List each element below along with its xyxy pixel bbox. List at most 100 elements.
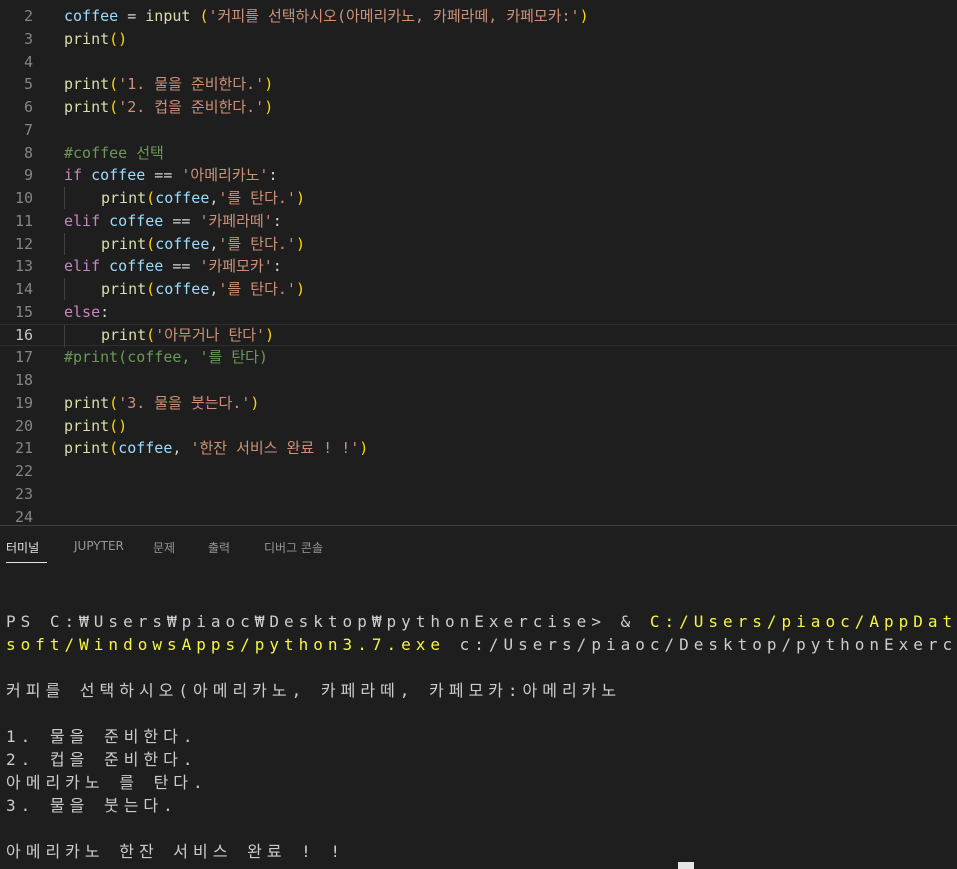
code-token: '카페라떼' — [199, 211, 273, 230]
code-line[interactable]: 23 — [0, 483, 957, 505]
tab-problems[interactable]: 문제 — [153, 539, 175, 556]
terminal-text: c:/Users/piaoc/Desktop/pythonExercise/co… — [459, 635, 957, 654]
code-token: if — [64, 166, 83, 185]
code-line[interactable]: 6 print('2. 컵을 준비한다.') — [0, 96, 957, 118]
code-line[interactable]: 17 #print(coffee, '를 탄다) — [0, 346, 957, 368]
terminal-text: soft/WindowsApps/python3.7.exe — [6, 635, 445, 654]
code-token: '아메리카노' — [181, 166, 269, 185]
code-token: () — [109, 416, 128, 435]
active-tab-indicator — [6, 562, 47, 563]
code-line[interactable]: 9 if coffee == '아메리카노': — [0, 164, 957, 186]
code-token: '한잔 서비스 완료 ! !' — [190, 439, 360, 458]
code-line[interactable]: 15 else: — [0, 301, 957, 323]
terminal-line: 아메리카노 를 탄다. — [6, 771, 208, 794]
code-text: print('2. 컵을 준비한다.') — [64, 96, 273, 118]
code-token: ( — [146, 189, 156, 207]
line-number: 24 — [14, 507, 33, 526]
code-line[interactable]: 8 #coffee 선택 — [0, 142, 957, 164]
code-line[interactable]: 2 coffee = input ('커피를 선택하시오(아메리카노, 카페라떼,… — [0, 5, 957, 27]
terminal-line: 커피를 선택하시오(아메리카노, 카페라떼, 카페모카:아메리카노 — [6, 679, 621, 702]
tab-output[interactable]: 출력 — [208, 539, 230, 556]
terminal-line: soft/WindowsApps/python3.7.exe c:/Users/… — [6, 633, 957, 656]
code-line[interactable]: 12 print(coffee,'를 탄다.') — [0, 232, 957, 255]
code-token: input — [145, 7, 191, 25]
code-token: '커피를 선택하시오(아메리카노, 카페라떼, 카페모카:' — [208, 7, 580, 25]
code-token: print — [101, 234, 147, 253]
code-text: elif coffee == '카페모카': — [64, 255, 282, 277]
bottom-panel: 터미널 JUPYTER 문제 출력 디버그 콘솔 PS C:₩Users₩pia… — [0, 525, 957, 869]
line-number: 15 — [14, 302, 33, 321]
code-token: print — [64, 98, 110, 116]
line-number: 4 — [23, 52, 33, 71]
code-token: ( — [109, 75, 119, 94]
code-line[interactable]: 7 — [0, 119, 957, 141]
code-line[interactable]: 10 print(coffee,'를 탄다.') — [0, 187, 957, 209]
code-line[interactable]: 16 print('아무거나 탄다') — [0, 323, 957, 347]
code-token: ) — [295, 189, 305, 207]
code-line[interactable]: 13 elif coffee == '카페모카': — [0, 255, 957, 277]
code-token: ( — [109, 393, 119, 412]
indent-guide — [64, 232, 65, 255]
line-number: 12 — [14, 234, 33, 253]
terminal-line: 아메리카노 한잔 서비스 완료 ! ! — [6, 840, 345, 863]
code-line[interactable]: 22 — [0, 460, 957, 482]
line-number: 14 — [14, 280, 33, 298]
code-text: print('1. 물을 준비한다.') — [64, 73, 273, 95]
code-line[interactable]: 11 elif coffee == '카페라떼': — [0, 210, 957, 232]
code-line[interactable]: 3 print() — [0, 28, 957, 50]
code-line[interactable]: 24 — [0, 506, 957, 526]
code-text: print() — [64, 415, 127, 437]
line-number: 18 — [14, 371, 33, 389]
code-token: '를 탄다.' — [218, 234, 296, 253]
code-token: print — [64, 393, 110, 412]
code-token: '아무거나 탄다' — [155, 325, 266, 344]
code-line[interactable]: 5 print('1. 물을 준비한다.') — [0, 73, 957, 95]
terminal-text: 3. 물을 붓는다. — [6, 796, 178, 815]
code-text: print(coffee,'를 탄다.') — [101, 187, 305, 209]
code-line[interactable]: 4 — [0, 51, 957, 73]
code-token: coffee — [109, 211, 164, 230]
code-token: ( — [109, 439, 119, 458]
line-number: 2 — [23, 7, 33, 25]
code-line[interactable]: 20 print() — [0, 415, 957, 437]
code-text: print(coffee, '한잔 서비스 완료 ! !') — [64, 437, 368, 459]
code-token: print — [64, 439, 110, 458]
line-number: 17 — [14, 348, 33, 367]
code-editor[interactable]: 2 coffee = input ('커피를 선택하시오(아메리카노, 카페라떼,… — [0, 0, 957, 525]
terminal-output[interactable]: PS C:₩Users₩piaoc₩Desktop₩pythonExercise… — [0, 566, 957, 869]
code-token: == — [163, 257, 200, 276]
code-token: == — [145, 166, 182, 185]
line-number: 5 — [23, 75, 33, 94]
code-text: #print(coffee, '를 탄다) — [64, 346, 268, 368]
code-text: if coffee == '아메리카노': — [64, 164, 278, 186]
code-token: coffee — [155, 189, 210, 207]
code-token: coffee — [155, 234, 210, 253]
code-token: : — [100, 302, 110, 321]
code-token: ( — [199, 7, 209, 25]
tab-terminal[interactable]: 터미널 — [6, 539, 39, 556]
code-token: ( — [146, 280, 156, 298]
code-line[interactable]: 19 print('3. 물을 붓는다.') — [0, 392, 957, 414]
code-token: ) — [579, 7, 589, 25]
code-token: : — [272, 211, 282, 230]
code-line[interactable]: 21 print(coffee, '한잔 서비스 완료 ! !') — [0, 437, 957, 459]
code-token: ) — [265, 325, 275, 344]
indent-guide — [64, 187, 65, 209]
code-line[interactable]: 18 — [0, 369, 957, 391]
code-token: coffee — [118, 439, 173, 458]
code-text: #coffee 선택 — [64, 142, 164, 164]
terminal-line: 2. 컵을 준비한다. — [6, 748, 197, 771]
line-number: 21 — [14, 439, 33, 458]
line-number: 16 — [14, 325, 33, 344]
tab-jupyter[interactable]: JUPYTER — [74, 539, 124, 553]
code-text: else: — [64, 301, 109, 323]
code-token: coffee — [64, 7, 119, 25]
code-line[interactable]: 14 print(coffee,'를 탄다.') — [0, 278, 957, 300]
line-number: 13 — [14, 257, 33, 276]
code-token: '2. 컵을 준비한다.' — [118, 98, 265, 116]
code-text: print('3. 물을 붓는다.') — [64, 392, 259, 414]
line-number: 8 — [23, 143, 33, 162]
tab-debug-console[interactable]: 디버그 콘솔 — [264, 539, 323, 556]
